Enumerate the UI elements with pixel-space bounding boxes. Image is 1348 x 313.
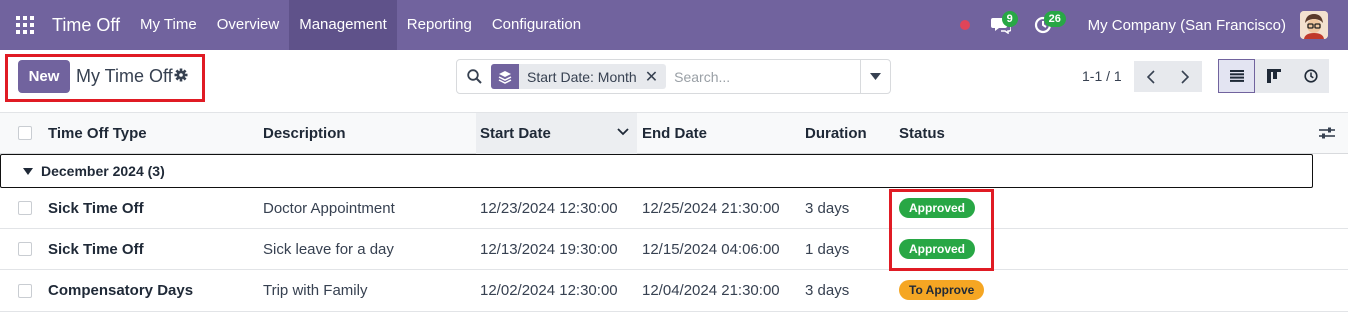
search-input[interactable] xyxy=(674,68,855,85)
status-dot-icon[interactable] xyxy=(959,20,970,30)
list-view-button[interactable] xyxy=(1218,59,1255,93)
column-status[interactable]: Status xyxy=(899,113,945,154)
top-navbar: Time Off My Time Overview Management Rep… xyxy=(0,0,1348,50)
control-panel: New My Time Off Start Date: Month ✕ Sear… xyxy=(0,50,1348,112)
messages-count-badge: 9 xyxy=(1001,11,1018,27)
new-button[interactable]: New xyxy=(18,60,70,93)
kanban-view-button[interactable] xyxy=(1255,59,1292,93)
search-facet: Start Date: Month ✕ xyxy=(491,64,667,89)
highlight-box-status xyxy=(889,189,994,271)
menu-my-time[interactable]: My Time xyxy=(130,0,207,50)
cell-description: Trip with Family xyxy=(263,282,368,299)
menu-management[interactable]: Management xyxy=(289,0,397,50)
cell-duration: 1 days xyxy=(805,241,850,258)
search-icon[interactable] xyxy=(457,69,491,84)
group-row-december-2024[interactable]: December 2024 (3) xyxy=(0,154,1313,188)
breadcrumb-title: My Time Off xyxy=(76,66,173,86)
messages-icon[interactable]: 9 xyxy=(984,0,1018,50)
activities-count-badge: 26 xyxy=(1043,11,1066,27)
caret-down-icon xyxy=(23,167,33,175)
apps-grid-icon[interactable] xyxy=(0,0,50,50)
optional-columns-toggle-icon[interactable] xyxy=(1319,126,1335,143)
column-start-date-label: Start Date xyxy=(480,125,551,142)
pager-next-button[interactable] xyxy=(1168,61,1202,92)
facet-label: Start Date: Month xyxy=(527,68,637,85)
pager-value[interactable]: 1-1 / 1 xyxy=(1082,68,1122,84)
menu-overview[interactable]: Overview xyxy=(207,0,290,50)
sort-descending-icon xyxy=(617,128,629,136)
cell-start-date: 12/02/2024 12:30:00 xyxy=(480,282,618,299)
table-row[interactable]: Sick Time Off Doctor Appointment 12/23/2… xyxy=(0,188,1348,229)
cell-time-off-type: Compensatory Days xyxy=(48,282,194,299)
status-badge: To Approve xyxy=(899,280,985,300)
column-time-off-type[interactable]: Time Off Type xyxy=(48,113,147,154)
time-off-list: Time Off Type Description Start Date End… xyxy=(0,112,1348,312)
column-duration[interactable]: Duration xyxy=(805,113,867,154)
table-header: Time Off Type Description Start Date End… xyxy=(0,112,1348,154)
cell-end-date: 12/25/2024 21:30:00 xyxy=(642,200,780,217)
column-start-date[interactable]: Start Date xyxy=(476,113,637,154)
cell-end-date: 12/04/2024 21:30:00 xyxy=(642,282,780,299)
table-row[interactable]: Compensatory Days Trip with Family 12/02… xyxy=(0,270,1348,312)
activities-clock-icon[interactable]: 26 xyxy=(1026,0,1066,50)
user-avatar[interactable] xyxy=(1300,11,1328,39)
menu-reporting[interactable]: Reporting xyxy=(397,0,482,50)
group-label: December 2024 (3) xyxy=(41,163,165,179)
cell-description: Sick leave for a day xyxy=(263,241,394,258)
row-checkbox[interactable] xyxy=(18,284,32,298)
cell-description: Doctor Appointment xyxy=(263,200,395,217)
column-description[interactable]: Description xyxy=(263,113,346,154)
app-name[interactable]: Time Off xyxy=(50,0,130,50)
cell-start-date: 12/13/2024 19:30:00 xyxy=(480,241,618,258)
pager-previous-button[interactable] xyxy=(1134,61,1168,92)
activity-view-button[interactable] xyxy=(1292,59,1329,93)
group-by-layers-icon xyxy=(491,64,519,89)
company-switcher[interactable]: My Company (San Francisco) xyxy=(1088,17,1286,34)
cell-start-date: 12/23/2024 12:30:00 xyxy=(480,200,618,217)
row-checkbox[interactable] xyxy=(18,242,32,256)
cell-duration: 3 days xyxy=(805,200,850,217)
menu-configuration[interactable]: Configuration xyxy=(482,0,591,50)
row-checkbox[interactable] xyxy=(18,201,32,215)
column-end-date[interactable]: End Date xyxy=(642,113,707,154)
search-options-toggle[interactable] xyxy=(860,60,890,93)
table-row[interactable]: Sick Time Off Sick leave for a day 12/13… xyxy=(0,229,1348,270)
cell-time-off-type: Sick Time Off xyxy=(48,200,144,217)
cell-duration: 3 days xyxy=(805,282,850,299)
select-all-checkbox[interactable] xyxy=(18,126,32,140)
gear-icon[interactable] xyxy=(174,68,188,85)
kanban-view-icon xyxy=(1266,69,1281,83)
cell-time-off-type: Sick Time Off xyxy=(48,241,144,258)
cell-end-date: 12/15/2024 04:06:00 xyxy=(642,241,780,258)
facet-remove-icon[interactable]: ✕ xyxy=(645,67,666,87)
list-view-icon xyxy=(1229,70,1244,82)
clock-icon xyxy=(1303,69,1318,83)
search-bar: Start Date: Month ✕ xyxy=(456,59,891,94)
